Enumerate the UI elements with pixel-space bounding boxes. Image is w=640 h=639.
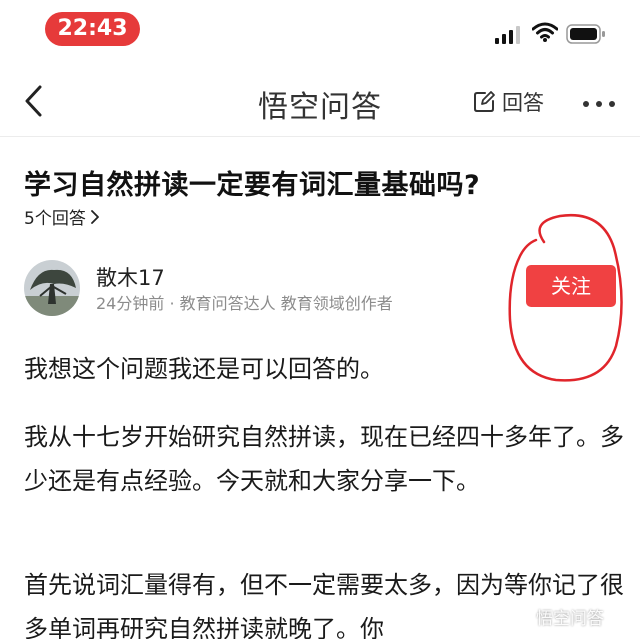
answer-paragraph: 我从十七岁开始研究自然拼读，现在已经四十多年了。多少还是有点经验。今天就和大家分…	[24, 423, 624, 495]
back-arrow-icon[interactable]	[22, 84, 46, 118]
wifi-icon	[532, 22, 558, 42]
chevron-right-icon	[90, 209, 99, 224]
answer-paragraph: 我想这个问题我还是可以回答的。	[24, 355, 384, 383]
tree-photo-icon	[24, 260, 80, 316]
answer-count-link[interactable]: 5个回答	[24, 204, 100, 229]
answer-count-label: 5个回答	[24, 209, 86, 229]
status-bar: 22:43	[0, 0, 640, 60]
cellular-signal-icon	[495, 26, 520, 44]
follow-button[interactable]: 关注	[526, 265, 616, 307]
answer-button[interactable]: 回答	[472, 88, 544, 116]
nav-bar: 悟空问答 回答	[0, 66, 640, 137]
answer-button-label: 回答	[502, 91, 544, 115]
wukong-logo-icon	[509, 606, 529, 627]
status-time: 22:43	[45, 12, 140, 46]
author-meta: 24分钟前 · 教育问答达人 教育领域创作者	[96, 294, 393, 313]
watermark: 悟空问答	[508, 604, 604, 629]
page-title: 悟空问答	[258, 90, 382, 125]
author-name[interactable]: 散木17	[96, 262, 165, 292]
watermark-text: 悟空问答	[536, 609, 604, 629]
edit-icon	[474, 91, 495, 112]
question-title: 学习自然拼读一定要有词汇量基础吗?	[24, 170, 481, 201]
avatar[interactable]	[24, 260, 80, 316]
battery-icon	[566, 24, 605, 44]
more-icon[interactable]	[582, 100, 616, 108]
